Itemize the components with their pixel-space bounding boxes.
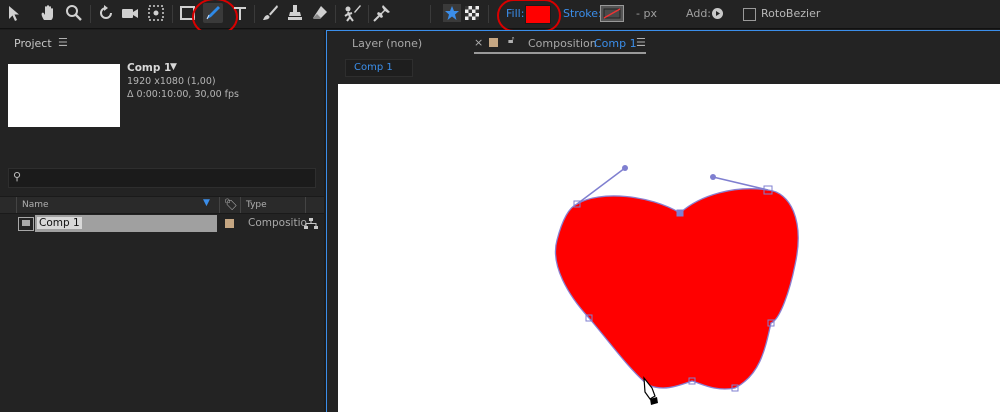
panel-menu-icon[interactable]: ☰: [58, 36, 68, 49]
brush-tool-icon[interactable]: [260, 3, 280, 23]
comp-name-title[interactable]: Comp 1: [127, 62, 171, 74]
zoom-tool-icon[interactable]: [64, 3, 84, 23]
clone-stamp-tool-icon[interactable]: [285, 3, 305, 23]
rotobezier-label: RotoBezier: [761, 7, 821, 20]
column-name-header[interactable]: Name: [22, 197, 49, 213]
layer-tab[interactable]: Layer (none): [352, 37, 422, 50]
comp-breadcrumb[interactable]: Comp 1: [345, 59, 413, 77]
composition-icon: [18, 217, 34, 231]
composition-tab-name[interactable]: Comp 1: [594, 37, 637, 50]
transparency-grid-icon[interactable]: [462, 3, 482, 23]
item-name-field[interactable]: Comp 1: [35, 215, 217, 232]
vertex-point[interactable]: [676, 209, 684, 217]
close-tab-icon[interactable]: ×: [474, 36, 483, 49]
roto-brush-tool-icon[interactable]: [342, 3, 362, 23]
stroke-color-swatch[interactable]: [600, 5, 624, 22]
bezier-handle-line: [712, 176, 769, 191]
stroke-width-value[interactable]: - px: [636, 7, 657, 21]
project-column-header: Name ▼ 🏷 Type: [0, 196, 324, 214]
project-search-input[interactable]: ⚲: [8, 168, 316, 188]
rotate-tool-icon[interactable]: [96, 3, 116, 23]
camera-tool-icon[interactable]: [120, 3, 140, 23]
project-item-row[interactable]: Comp 1 Compositio: [0, 214, 324, 233]
apple-shape-path[interactable]: [554, 188, 799, 390]
toolbar-separator: [90, 5, 91, 23]
type-tool-icon[interactable]: [230, 3, 250, 23]
selection-tool-icon[interactable]: [4, 3, 24, 23]
comp-breadcrumb-label: Comp 1: [354, 62, 393, 73]
eraser-tool-icon[interactable]: [310, 3, 330, 23]
toolbar-separator: [335, 5, 336, 23]
composition-tab-prefix[interactable]: Composition: [528, 37, 597, 50]
hand-tool-icon[interactable]: [38, 3, 58, 23]
tab-label-color-swatch: [489, 38, 498, 47]
label-tag-icon[interactable]: 🏷: [224, 198, 238, 211]
item-name-text: Comp 1: [37, 217, 82, 229]
fill-highlight-circle: [497, 0, 561, 32]
comp-duration: Δ 0:00:10:00, 30,00 fps: [127, 89, 240, 100]
rotobezier-checkbox[interactable]: [743, 8, 756, 21]
star-shape-icon[interactable]: [442, 3, 462, 23]
project-panel-title[interactable]: Project: [14, 37, 52, 50]
toolbar-separator: [430, 5, 431, 23]
add-label: Add:: [686, 7, 712, 20]
flowchart-icon[interactable]: [304, 218, 318, 230]
toolbar-separator: [488, 5, 489, 23]
sort-descending-icon[interactable]: ▼: [203, 198, 210, 208]
puppet-pin-tool-icon[interactable]: [372, 3, 392, 23]
comp-thumbnail: [8, 64, 120, 127]
bezier-handle-point[interactable]: [710, 174, 716, 180]
item-type-text: Compositio: [248, 217, 307, 229]
search-icon: ⚲: [13, 170, 22, 183]
comp-resolution: 1920 x1080 (1,00): [127, 76, 216, 87]
column-type-header[interactable]: Type: [246, 197, 267, 213]
add-vertex-menu-icon[interactable]: [712, 8, 723, 19]
comp-dropdown-arrow-icon[interactable]: ▼: [170, 62, 177, 72]
toolbar-separator: [254, 5, 255, 23]
toolbar-separator: [368, 5, 369, 23]
stroke-label[interactable]: Stroke:: [563, 7, 602, 21]
viewer-panel-menu-icon[interactable]: ☰: [636, 36, 646, 49]
bezier-handle-point[interactable]: [622, 165, 628, 171]
label-color-swatch[interactable]: [225, 219, 234, 228]
lock-icon[interactable]: 🔓︎: [508, 35, 514, 46]
pan-behind-tool-icon[interactable]: [146, 3, 166, 23]
tools-toolbar: Fill: Stroke: - px Add: RotoBezier: [0, 0, 1000, 36]
toolbar-separator: [172, 5, 173, 23]
active-tab-underline: [474, 52, 646, 54]
shape-layer-svg[interactable]: [338, 84, 1000, 412]
